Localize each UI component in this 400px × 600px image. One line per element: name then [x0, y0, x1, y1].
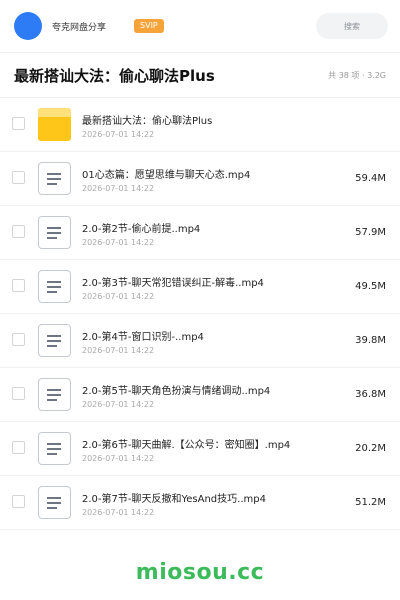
file-name: 2.0-第3节-聊天常犯错误纠正-解毒..mp4 — [82, 278, 264, 289]
document-icon — [38, 324, 71, 357]
document-icon — [38, 270, 71, 303]
top-bar: 夸克网盘分享 SVIP 搜索 — [0, 0, 400, 52]
row-checkbox[interactable] — [12, 387, 25, 400]
file-name: 01心态篇：愿望思维与聊天心态.mp4 — [82, 170, 251, 181]
file-size: 51.2M — [355, 497, 386, 508]
file-size: 49.5M — [355, 281, 386, 292]
file-size: 59.4M — [355, 173, 386, 184]
file-date: 2026-07-01 14:22 — [82, 400, 155, 409]
app-name: 夸克网盘分享 — [52, 22, 107, 33]
document-icon — [38, 162, 71, 195]
avatar[interactable] — [14, 12, 42, 40]
list-item[interactable]: 2.0-第2节-偷心前提..mp4 2026-07-01 14:22 57.9M — [0, 206, 400, 260]
page-title: 最新搭讪大法：偷心聊法Plus — [14, 66, 215, 85]
file-size: 36.8M — [355, 389, 386, 400]
search-input[interactable]: 搜索 — [316, 13, 388, 39]
row-checkbox[interactable] — [12, 279, 25, 292]
file-size: 57.9M — [355, 227, 386, 238]
row-checkbox[interactable] — [12, 225, 25, 238]
file-name: 2.0-第6节-聊天曲解.【公众号：密知圈】.mp4 — [82, 440, 291, 451]
file-list: 最新搭讪大法：偷心聊法Plus 2026-07-01 14:22 01心态篇：愿… — [0, 98, 400, 530]
row-checkbox[interactable] — [12, 495, 25, 508]
search-placeholder: 搜索 — [344, 21, 360, 31]
list-item[interactable]: 01心态篇：愿望思维与聊天心态.mp4 2026-07-01 14:22 59.… — [0, 152, 400, 206]
list-item[interactable]: 2.0-第5节-聊天角色扮演与情绪调动..mp4 2026-07-01 14:2… — [0, 368, 400, 422]
row-checkbox[interactable] — [12, 333, 25, 346]
row-checkbox[interactable] — [12, 441, 25, 454]
file-date: 2026-07-01 14:22 — [82, 346, 155, 355]
file-date: 2026-07-01 14:22 — [82, 508, 155, 517]
file-size: 39.8M — [355, 335, 386, 346]
folder-meta: 共 38 项 · 3.2G — [328, 70, 386, 80]
list-item[interactable]: 2.0-第6节-聊天曲解.【公众号：密知圈】.mp4 2026-07-01 14… — [0, 422, 400, 476]
file-date: 2026-07-01 14:22 — [82, 454, 155, 463]
file-size: 20.2M — [355, 443, 386, 454]
document-icon — [38, 378, 71, 411]
file-name: 2.0-第4节-窗口识别-..mp4 — [82, 332, 204, 343]
document-icon — [38, 216, 71, 249]
list-item[interactable]: 最新搭讪大法：偷心聊法Plus 2026-07-01 14:22 — [0, 98, 400, 152]
document-icon — [38, 486, 71, 519]
file-date: 2026-07-01 14:22 — [82, 184, 155, 193]
watermark: miosou.cc — [135, 560, 265, 585]
folder-header: 最新搭讪大法：偷心聊法Plus 共 38 项 · 3.2G — [0, 52, 400, 98]
document-icon — [38, 432, 71, 465]
row-checkbox[interactable] — [12, 171, 25, 184]
file-name: 2.0-第5节-聊天角色扮演与情绪调动..mp4 — [82, 386, 271, 397]
list-item[interactable]: 2.0-第7节-聊天反撤和YesAnd技巧..mp4 2026-07-01 14… — [0, 476, 400, 530]
svip-badge: SVIP — [134, 19, 164, 33]
file-date: 2026-07-01 14:22 — [82, 238, 155, 247]
list-item[interactable]: 2.0-第3节-聊天常犯错误纠正-解毒..mp4 2026-07-01 14:2… — [0, 260, 400, 314]
file-name: 2.0-第7节-聊天反撤和YesAnd技巧..mp4 — [82, 494, 266, 505]
file-name: 最新搭讪大法：偷心聊法Plus — [82, 116, 213, 127]
list-item[interactable]: 2.0-第4节-窗口识别-..mp4 2026-07-01 14:22 39.8… — [0, 314, 400, 368]
file-date: 2026-07-01 14:22 — [82, 292, 155, 301]
row-checkbox[interactable] — [12, 117, 25, 130]
file-name: 2.0-第2节-偷心前提..mp4 — [82, 224, 201, 235]
file-date: 2026-07-01 14:22 — [82, 130, 155, 139]
folder-icon — [38, 108, 71, 141]
